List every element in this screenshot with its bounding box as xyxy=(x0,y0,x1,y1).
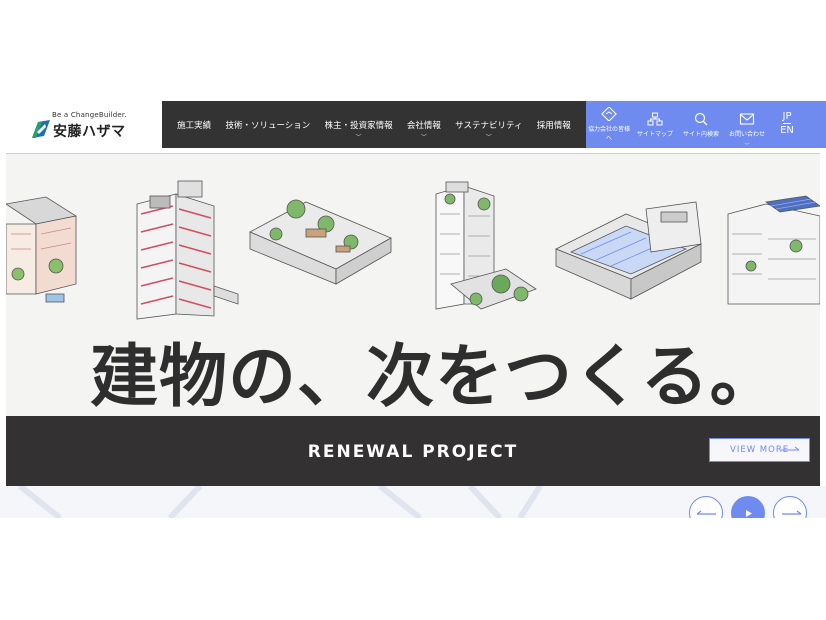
nav-item-label: 技術・ソリューション xyxy=(225,120,311,131)
arrow-right-icon xyxy=(781,446,800,451)
illustration-factory xyxy=(555,201,702,300)
utility-nav: 協力会社の皆様へ サイトマップ サイト内検索 お問い合わせ ﹀ JP EN xyxy=(586,101,826,149)
hero-catchcopy: 建物の、次をつくる。 xyxy=(90,338,779,417)
chevron-down-icon: ﹀ xyxy=(744,142,750,149)
util-sitemap-link[interactable]: サイトマップ xyxy=(632,112,678,138)
handshake-icon xyxy=(601,107,617,121)
language-switcher: JP EN xyxy=(770,111,804,138)
global-nav: 施工実績 技術・ソリューション 株主・投資家情報 ﹀ 会社情報 ﹀ サステナビリティ… xyxy=(162,101,586,148)
logo-mark-icon xyxy=(32,120,50,138)
nav-item-label: 施工実績 xyxy=(177,120,212,131)
building-illustration xyxy=(6,180,820,320)
hero-band: RENEWAL PROJECT VIEW MORE xyxy=(6,416,820,487)
util-contact-link[interactable]: お問い合わせ ﹀ xyxy=(724,112,770,149)
chevron-down-icon: ﹀ xyxy=(485,133,492,141)
util-label: お問い合わせ xyxy=(728,130,765,138)
sitemap-icon xyxy=(647,112,663,125)
nav-item-recruit[interactable]: 採用情報 xyxy=(535,119,573,131)
lang-en[interactable]: EN xyxy=(780,124,794,138)
util-partners-link[interactable]: 協力会社の皆様へ xyxy=(586,107,632,142)
util-label: サイト内検索 xyxy=(682,130,719,138)
nav-item-label: 採用情報 xyxy=(536,120,571,131)
illustration-cafe xyxy=(6,196,78,303)
chevron-down-icon: ﹀ xyxy=(355,133,362,141)
nav-item-works[interactable]: 施工実績 xyxy=(175,119,213,131)
nav-item-technology[interactable]: 技術・ソリューション xyxy=(223,119,312,131)
logo-name: 安藤ハザマ xyxy=(53,124,126,140)
view-more-button[interactable]: VIEW MORE xyxy=(709,438,810,462)
illustration-office xyxy=(249,199,392,285)
nav-item-label: 株主・投資家情報 xyxy=(324,120,393,131)
chevron-down-icon: ﹀ xyxy=(420,133,427,141)
search-icon xyxy=(694,112,708,125)
nav-item-company[interactable]: 会社情報 ﹀ xyxy=(405,119,443,141)
page-blank-area xyxy=(0,518,826,620)
illustration-green-tower xyxy=(435,181,537,310)
util-label: サイトマップ xyxy=(636,130,673,138)
nav-item-ir[interactable]: 株主・投資家情報 ﹀ xyxy=(323,119,395,141)
hero-slider: 建物の、次をつくる。 RENEWAL PROJECT VIEW MORE xyxy=(6,153,820,487)
util-label: 協力会社の皆様へ xyxy=(587,126,630,142)
illustration-tower xyxy=(136,180,239,320)
site-logo[interactable]: Be a ChangeBuilder. 安藤ハザマ xyxy=(30,109,160,141)
nav-item-label: サステナビリティ xyxy=(455,120,523,131)
illustration-solar-house xyxy=(727,195,820,305)
util-search-link[interactable]: サイト内検索 xyxy=(678,112,724,138)
nav-item-sustainability[interactable]: サステナビリティ ﹀ xyxy=(453,119,524,141)
site-header: Be a ChangeBuilder. 安藤ハザマ 施工実績 技術・ソリューショ… xyxy=(0,101,826,149)
hero-band-title: RENEWAL PROJECT xyxy=(307,442,519,462)
mail-icon xyxy=(739,112,755,125)
logo-tagline: Be a ChangeBuilder. xyxy=(52,111,127,119)
nav-item-label: 会社情報 xyxy=(406,120,441,131)
lang-jp[interactable]: JP xyxy=(782,111,792,124)
